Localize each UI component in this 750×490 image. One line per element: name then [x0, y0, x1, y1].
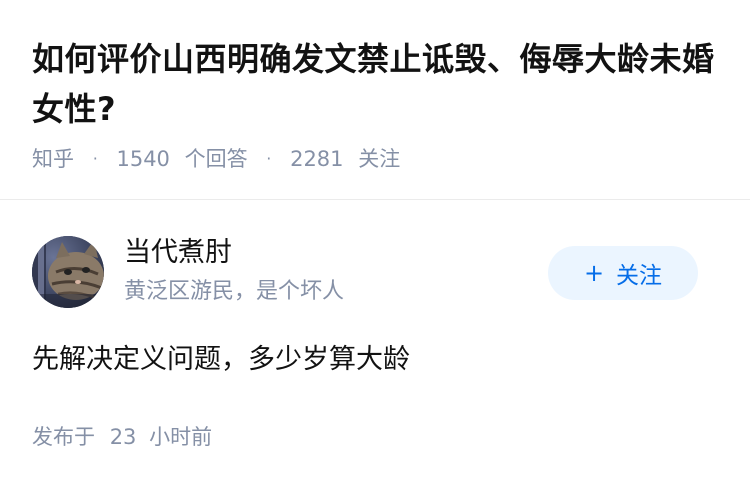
source-label[interactable]: 知乎	[32, 147, 74, 171]
avatar[interactable]	[32, 236, 104, 308]
published-value: 23	[109, 425, 137, 449]
follow-button[interactable]: + 关注	[548, 246, 698, 300]
author-name[interactable]: 当代煮肘	[124, 234, 232, 272]
question-header: 如何评价山西明确发文禁止诋毁、侮辱大龄未婚女性? 知乎 · 1540 个回答 ·…	[0, 0, 750, 200]
follower-count: 2281	[290, 147, 344, 171]
avatar-cat-image	[32, 236, 104, 308]
answer-time: 发布于 23 小时前	[32, 422, 212, 452]
question-title[interactable]: 如何评价山西明确发文禁止诋毁、侮辱大龄未婚女性?	[32, 34, 722, 134]
follower-count-label: 关注	[358, 147, 401, 171]
published-label: 发布于	[32, 425, 95, 449]
author-headline: 黄泛区游民，是个坏人	[124, 279, 345, 304]
answer-card: 当代煮肘 黄泛区游民，是个坏人 + 关注 先解决定义问题，多少岁算大龄 发布于 …	[0, 200, 750, 490]
plus-icon: +	[583, 259, 605, 287]
answer-count: 1540	[116, 147, 170, 171]
answer-content[interactable]: 先解决定义问题，多少岁算大龄	[32, 340, 410, 380]
answer-count-label: 个回答	[184, 147, 248, 171]
question-meta: 知乎 · 1540 个回答 · 2281 关注	[32, 144, 400, 174]
follow-button-label: 关注	[616, 263, 663, 289]
meta-separator: ·	[266, 149, 272, 168]
published-unit: 小时前	[149, 425, 213, 449]
meta-separator: ·	[92, 149, 98, 168]
